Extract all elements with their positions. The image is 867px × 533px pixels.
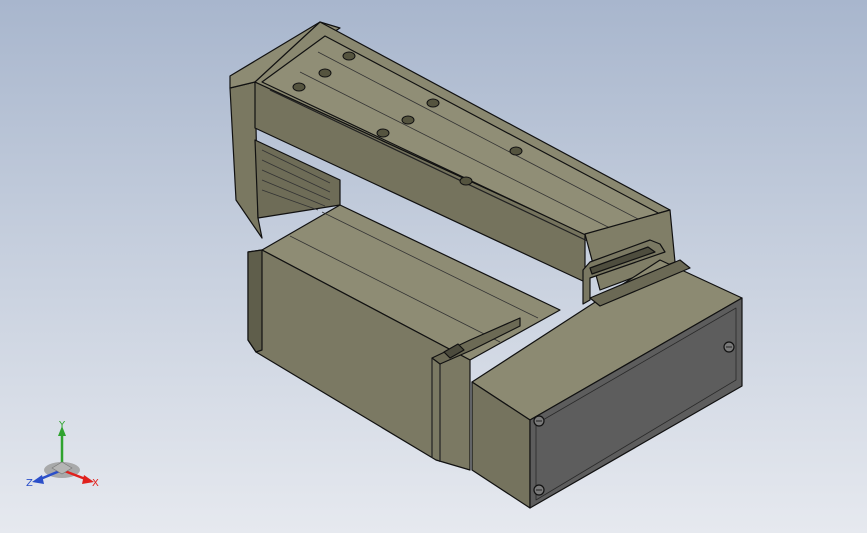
mounting-hole <box>318 68 332 78</box>
motor-end-cap <box>247 249 263 353</box>
cad-model-linear-actuator[interactable] <box>0 0 867 533</box>
mounting-hole <box>342 51 356 61</box>
mounting-hole <box>376 128 390 138</box>
mounting-hole <box>459 176 473 186</box>
triad-y-label: Y <box>58 420 66 431</box>
3d-viewport[interactable]: Y X Z <box>0 0 867 533</box>
mounting-hole <box>401 115 415 125</box>
mounting-hole <box>292 82 306 92</box>
triad-x-label: X <box>92 478 99 489</box>
mounting-hole <box>509 146 523 156</box>
mounting-hole <box>426 98 440 108</box>
orientation-triad[interactable]: Y X Z <box>22 418 104 494</box>
triad-z-label: Z <box>26 478 33 489</box>
